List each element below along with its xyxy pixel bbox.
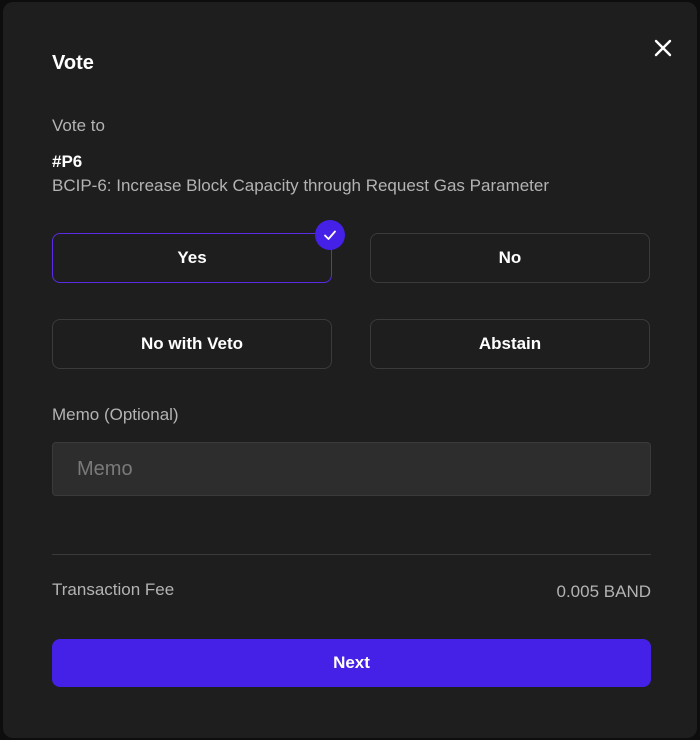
vote-to-label: Vote to [52,116,105,135]
divider [52,554,651,555]
proposal-id: #P6 [52,152,83,171]
transaction-fee-value: 0.005 BAND [556,582,652,601]
vote-option-abstain[interactable]: Abstain [370,319,650,369]
vote-option-yes-label: Yes [177,248,207,267]
proposal-title: BCIP-6: Increase Block Capacity through … [52,176,550,195]
vote-option-no-with-veto[interactable]: No with Veto [52,319,332,369]
memo-label: Memo (Optional) [52,405,179,424]
vote-option-no-with-veto-label: No with Veto [141,334,243,353]
vote-option-yes[interactable]: Yes [52,220,345,283]
checkmark-icon [315,220,345,250]
vote-option-no-label: No [498,248,522,267]
next-button[interactable]: Next [52,639,651,687]
modal-title: Vote [52,52,94,74]
transaction-fee-label: Transaction Fee [52,580,175,599]
vote-option-no[interactable]: No [370,233,650,283]
vote-modal: Vote Vote to #P6 BCIP-6: Increase Block … [3,2,697,738]
close-icon[interactable] [651,36,675,60]
vote-option-abstain-label: Abstain [478,334,542,353]
memo-input[interactable] [52,442,651,496]
